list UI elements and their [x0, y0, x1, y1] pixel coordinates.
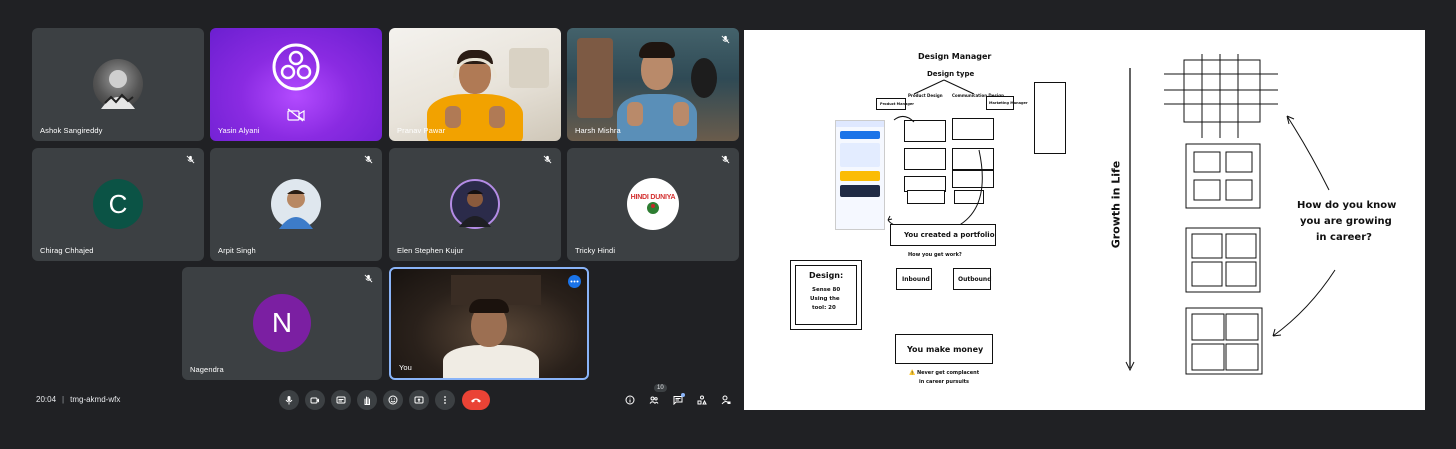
shared-screen-whiteboard: Design Manager Design type Product Desig…: [744, 30, 1425, 410]
shapes-icon: [697, 395, 707, 405]
camera-button[interactable]: [305, 390, 325, 410]
people-button[interactable]: [647, 393, 661, 407]
wb-design-box: Design: Sense 80 Using the tool: 20: [790, 260, 862, 330]
reactions-button[interactable]: [383, 390, 403, 410]
activities-button[interactable]: [695, 393, 709, 407]
leave-call-button[interactable]: [462, 390, 490, 410]
host-controls-button[interactable]: [719, 393, 733, 407]
participant-name: Elen Stephen Kujur: [397, 246, 464, 255]
wb-question-line2: you are growing: [1300, 216, 1392, 227]
camera-icon: [310, 397, 319, 404]
participant-name: Pranav Pawar: [397, 126, 446, 135]
mic-off-icon: [364, 155, 373, 164]
mic-off-icon: [543, 155, 552, 164]
mic-off-icon: [721, 35, 730, 44]
avatar: [93, 59, 143, 109]
meeting-time: 20:04: [36, 395, 57, 404]
wb-growth-label: Growth in Life: [1109, 160, 1123, 249]
meeting-details-button[interactable]: [623, 393, 637, 407]
wb-flow-arrows: [887, 116, 983, 229]
participant-name: Chirag Chhajed: [40, 246, 94, 255]
hindi-duniya-logo: HINDI DUNIYA: [630, 193, 676, 201]
present-button[interactable]: [409, 390, 429, 410]
present-screen-icon: [414, 396, 424, 404]
avatar: HINDI DUNIYA: [627, 178, 679, 230]
wb-product-design: Product Design: [908, 93, 943, 98]
wb-question-line1: How do you know: [1297, 200, 1397, 211]
video-feed: [389, 28, 561, 141]
separator: |: [62, 395, 65, 404]
avatar: N: [253, 294, 311, 352]
participant-tile-tricky-hindi[interactable]: HINDI DUNIYA Tricky Hindi: [567, 148, 739, 261]
participant-tile-ashok[interactable]: Ashok Sangireddy: [32, 28, 204, 141]
wb-notes-box: [1034, 82, 1066, 154]
wb-product-manager-box: Product Manager: [876, 98, 914, 110]
participant-tile-elen[interactable]: Elen Stephen Kujur: [389, 148, 561, 261]
hang-up-icon: [471, 398, 481, 403]
more-options-button[interactable]: [568, 275, 581, 288]
captions-icon: [336, 396, 346, 404]
notification-dot: [681, 393, 685, 397]
people-icon: [649, 396, 659, 404]
captions-button[interactable]: [331, 390, 351, 410]
participant-tile-nagendra[interactable]: N Nagendra: [182, 267, 382, 380]
video-feed: [391, 269, 587, 378]
lock-person-icon: [721, 395, 731, 405]
wb-complacent-line2: in career pursuits: [919, 379, 970, 385]
participant-name: Harsh Mishra: [575, 126, 621, 135]
participant-tile-pranav[interactable]: Pranav Pawar: [389, 28, 561, 141]
participant-name: Arpit Singh: [218, 246, 256, 255]
avatar: C: [93, 179, 143, 229]
wb-subtitle: Design type: [927, 70, 975, 78]
wb-question-line3: in career?: [1316, 232, 1372, 243]
chat-button[interactable]: [671, 393, 685, 407]
wb-growth-arrow: [1125, 68, 1135, 372]
mic-off-icon: [721, 155, 730, 164]
more-horizontal-icon: [570, 280, 579, 283]
participant-name: You: [399, 363, 412, 372]
mic-button[interactable]: [279, 390, 299, 410]
meet-window: Ashok Sangireddy Yasin Alyani Pranav Paw…: [0, 0, 1456, 449]
info-icon: [625, 395, 635, 405]
avatar: [271, 179, 321, 229]
wb-portfolio-box: You created a portfolio: [890, 224, 996, 246]
mic-icon: [285, 396, 293, 405]
participant-name: Yasin Alyani: [218, 126, 260, 135]
wb-outbound-box: Outbound: [953, 268, 992, 290]
more-vertical-icon: [444, 396, 446, 404]
participant-tile-you[interactable]: You: [389, 267, 589, 380]
participant-count-badge: 10: [654, 384, 667, 392]
wb-complacent-line1: ⚠️ Never get complacent: [909, 370, 980, 376]
raise-hand-button[interactable]: [357, 390, 377, 410]
obs-logo-icon: [271, 42, 321, 92]
participant-tile-arpit[interactable]: Arpit Singh: [210, 148, 382, 261]
wb-get-work: How you get work?: [908, 252, 962, 258]
wb-marketing-manager-box: Marketing Manager: [986, 96, 1028, 110]
wb-title: Design Manager: [918, 52, 992, 61]
participant-name: Tricky Hindi: [575, 246, 616, 255]
wb-make-money-box: You make money: [895, 334, 993, 364]
participant-tile-yasin[interactable]: Yasin Alyani: [210, 28, 382, 141]
video-feed: [567, 28, 739, 141]
avatar: [450, 179, 500, 229]
participant-name: Nagendra: [190, 365, 224, 374]
participant-name: Ashok Sangireddy: [40, 126, 103, 135]
camera-off-icon: [287, 108, 305, 122]
hand-icon: [364, 396, 370, 405]
meeting-code: tmg-akmd-wfx: [70, 395, 121, 404]
more-options-toolbar-button[interactable]: [435, 390, 455, 410]
mic-off-icon: [364, 274, 373, 283]
mic-off-icon: [186, 155, 195, 164]
wb-inbound-box: Inbound: [896, 268, 932, 290]
participant-tile-chirag[interactable]: C Chirag Chhajed: [32, 148, 204, 261]
emoji-icon: [388, 395, 398, 405]
meeting-info: 20:04 | tmg-akmd-wfx: [36, 395, 120, 404]
participant-tile-harsh[interactable]: Harsh Mishra: [567, 28, 739, 141]
